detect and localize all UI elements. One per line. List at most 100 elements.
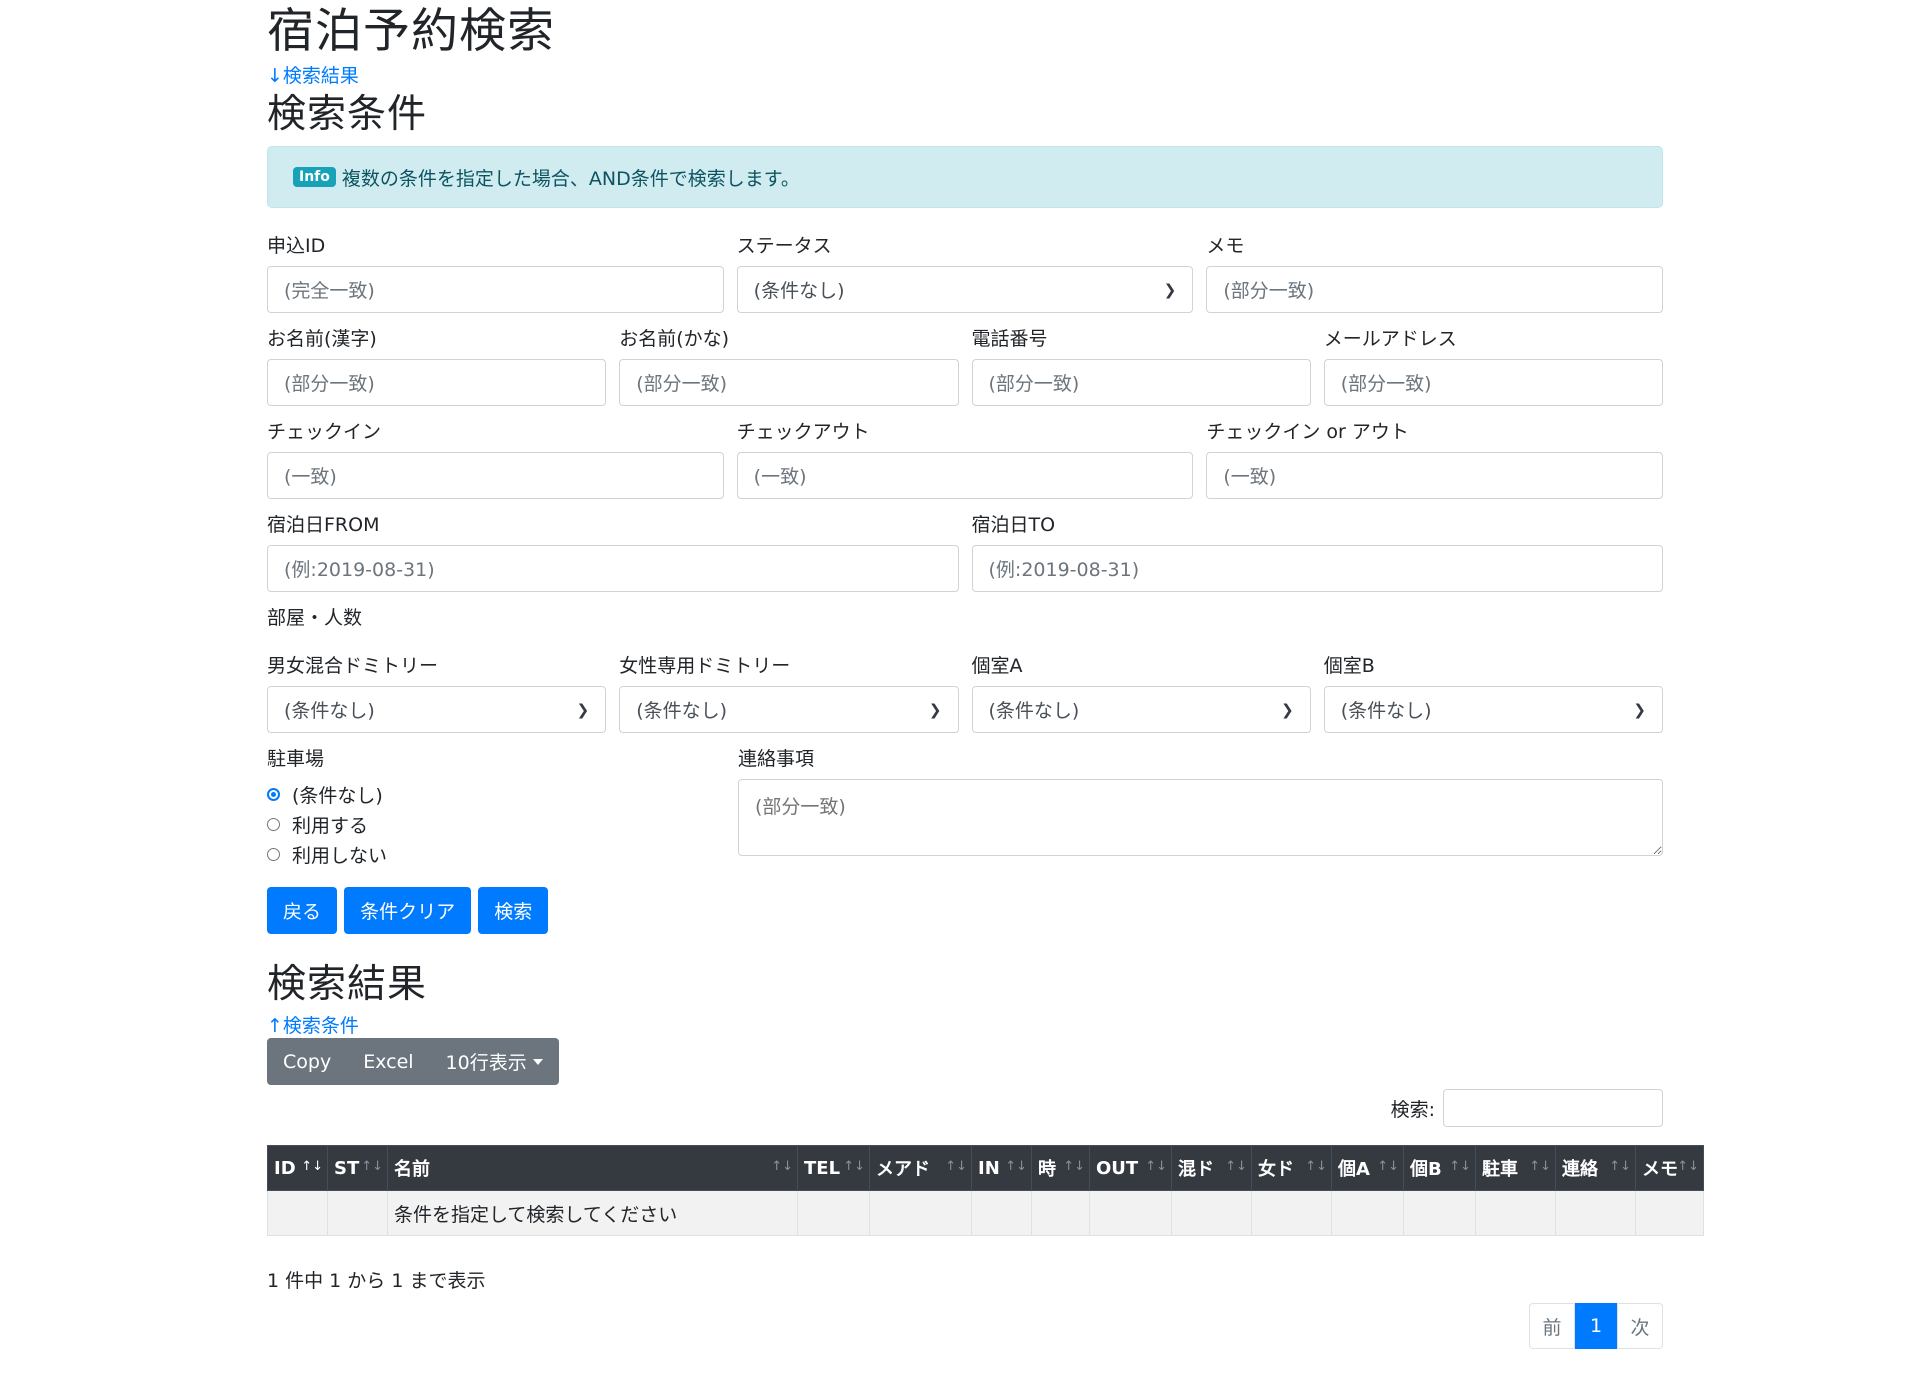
- empty-table-message: 条件を指定して検索してください: [387, 1190, 798, 1236]
- column-header-in[interactable]: IN ↑↓: [971, 1145, 1032, 1191]
- table-info: 1 件中 1 から 1 まで表示: [267, 1270, 486, 1292]
- sort-icon: ↑↓: [1145, 1159, 1167, 1174]
- stay-from-input[interactable]: (例:2019-08-31): [267, 545, 959, 592]
- sort-icon: ↑↓: [771, 1159, 793, 1174]
- checkin-input[interactable]: (一致): [267, 452, 724, 499]
- table-search-label: 検索:: [1390, 1098, 1435, 1121]
- to-conditions-link[interactable]: ↑検索条件: [267, 1015, 359, 1037]
- stay-to-input[interactable]: (例:2019-08-31): [971, 545, 1663, 592]
- search-button[interactable]: 検索: [478, 887, 549, 934]
- caret-down-icon: [532, 1058, 543, 1065]
- checkout-label: チェックアウト: [736, 421, 870, 443]
- private-a-select[interactable]: (条件なし) ❯: [971, 686, 1311, 733]
- sort-icon: ↑↓: [1529, 1159, 1551, 1174]
- main-container: 宿泊予約検索 ↓検索結果 検索条件 Info 複数の条件を指定した場合、AND条…: [267, 0, 1704, 1349]
- column-header-name[interactable]: 名前 ↑↓: [387, 1145, 798, 1191]
- sort-icon: ↑↓: [1225, 1159, 1247, 1174]
- sort-icon: ↑↓: [1449, 1159, 1471, 1174]
- info-badge: Info: [293, 167, 336, 187]
- email-input[interactable]: (部分一致): [1323, 359, 1663, 406]
- sort-icon: ↑↓: [945, 1159, 967, 1174]
- rows-per-page-dropdown[interactable]: 10行表示: [430, 1038, 559, 1085]
- column-header-mixed-dorm[interactable]: 混ド ↑↓: [1171, 1145, 1252, 1191]
- parking-radio-use[interactable]: 利用する: [267, 809, 725, 839]
- application-id-label: 申込ID: [267, 235, 326, 257]
- column-header-st[interactable]: ST ↑↓: [327, 1145, 388, 1191]
- parking-option-label: 利用しない: [292, 844, 388, 867]
- chevron-down-icon: ❯: [928, 700, 942, 719]
- table-search-input[interactable]: [1443, 1089, 1663, 1127]
- rooms-heading: 部屋・人数: [267, 607, 363, 629]
- name-kana-input[interactable]: (部分一致): [619, 359, 959, 406]
- checkin-or-out-input[interactable]: (一致): [1206, 452, 1664, 499]
- phone-label: 電話番号: [971, 328, 1048, 350]
- parking-label: 駐車場: [267, 748, 325, 770]
- memo-label: メモ: [1206, 235, 1245, 257]
- page-button-1[interactable]: 1: [1575, 1303, 1617, 1349]
- sort-asc-icon: ↑↓: [301, 1159, 323, 1174]
- private-b-label: 個室B: [1323, 655, 1375, 677]
- column-header-email[interactable]: メアド ↑↓: [869, 1145, 972, 1191]
- status-label: ステータス: [736, 235, 832, 257]
- info-alert-text: 複数の条件を指定した場合、AND条件で検索します。: [341, 167, 800, 190]
- column-header-out[interactable]: OUT ↑↓: [1089, 1145, 1172, 1191]
- status-select[interactable]: (条件なし) ❯: [736, 266, 1194, 313]
- results-heading: 検索結果: [267, 962, 428, 1007]
- sort-icon: ↑↓: [1677, 1159, 1699, 1174]
- phone-input[interactable]: (部分一致): [971, 359, 1311, 406]
- private-b-select[interactable]: (条件なし) ❯: [1323, 686, 1663, 733]
- column-header-time[interactable]: 時 ↑↓: [1031, 1145, 1090, 1191]
- column-header-private-b[interactable]: 個B ↑↓: [1403, 1145, 1476, 1191]
- memo-input[interactable]: (部分一致): [1206, 266, 1664, 313]
- back-button[interactable]: 戻る: [267, 887, 338, 934]
- results-table: ID ↑↓ ST ↑↓ 名前 ↑↓ TEL ↑↓ メアド ↑↓ IN ↑↓ 時 ↑↓ OUT ↑…: [267, 1145, 1704, 1236]
- female-dorm-label: 女性専用ドミトリー: [619, 655, 791, 677]
- info-alert: Info 複数の条件を指定した場合、AND条件で検索します。: [267, 146, 1663, 208]
- page-title: 宿泊予約検索: [267, 4, 555, 59]
- checkout-input[interactable]: (一致): [736, 452, 1194, 499]
- sort-icon: ↑↓: [1377, 1159, 1399, 1174]
- checkin-or-out-label: チェックイン or アウト: [1206, 421, 1409, 443]
- sort-icon: ↑↓: [1609, 1159, 1631, 1174]
- sort-icon: ↑↓: [1305, 1159, 1327, 1174]
- export-button-group: Copy Excel 10行表示: [267, 1038, 559, 1085]
- contact-textarea[interactable]: [737, 779, 1663, 856]
- stay-from-label: 宿泊日FROM: [267, 514, 380, 536]
- name-kanji-label: お名前(漢字): [267, 328, 377, 350]
- checkin-label: チェックイン: [267, 421, 382, 443]
- conditions-heading: 検索条件: [267, 92, 428, 137]
- column-header-id[interactable]: ID ↑↓: [267, 1145, 328, 1191]
- female-dorm-select[interactable]: (条件なし) ❯: [619, 686, 959, 733]
- chevron-down-icon: ❯: [1281, 700, 1294, 719]
- parking-radio-nouse[interactable]: 利用しない: [267, 839, 725, 869]
- mixed-dorm-select[interactable]: (条件なし) ❯: [267, 686, 607, 733]
- prev-page-button[interactable]: 前: [1529, 1303, 1575, 1349]
- excel-button[interactable]: Excel: [347, 1038, 429, 1085]
- table-row: 条件を指定して検索してください: [267, 1190, 1704, 1236]
- chevron-down-icon: ❯: [576, 700, 590, 719]
- column-header-tel[interactable]: TEL ↑↓: [797, 1145, 870, 1191]
- column-header-female-dorm[interactable]: 女ド ↑↓: [1251, 1145, 1332, 1191]
- stay-to-label: 宿泊日TO: [971, 514, 1056, 536]
- column-header-contact[interactable]: 連絡 ↑↓: [1555, 1145, 1636, 1191]
- chevron-down-icon: ❯: [1163, 280, 1177, 299]
- clear-button[interactable]: 条件クリア: [344, 887, 472, 934]
- application-id-input[interactable]: (完全一致): [267, 266, 724, 313]
- to-results-link[interactable]: ↓検索結果: [267, 65, 359, 87]
- table-header-row: ID ↑↓ ST ↑↓ 名前 ↑↓ TEL ↑↓ メアド ↑↓ IN ↑↓ 時 ↑↓ OUT ↑…: [267, 1145, 1704, 1191]
- copy-button[interactable]: Copy: [267, 1038, 347, 1085]
- radio-unchecked-icon: [267, 817, 280, 831]
- column-header-private-a[interactable]: 個A ↑↓: [1331, 1145, 1404, 1191]
- name-kanji-input[interactable]: (部分一致): [267, 359, 607, 406]
- private-a-label: 個室A: [971, 655, 1023, 677]
- parking-option-label: (条件なし): [292, 784, 383, 807]
- parking-radio-any[interactable]: (条件なし): [267, 779, 725, 809]
- next-page-button[interactable]: 次: [1617, 1303, 1663, 1349]
- radio-unchecked-icon: [267, 847, 280, 861]
- sort-icon: ↑↓: [1063, 1159, 1085, 1174]
- column-header-memo[interactable]: メモ ↑↓: [1635, 1145, 1704, 1191]
- column-header-parking[interactable]: 駐車 ↑↓: [1475, 1145, 1556, 1191]
- sort-icon: ↑↓: [843, 1159, 865, 1174]
- email-label: メールアドレス: [1323, 328, 1457, 350]
- contact-label: 連絡事項: [737, 748, 814, 770]
